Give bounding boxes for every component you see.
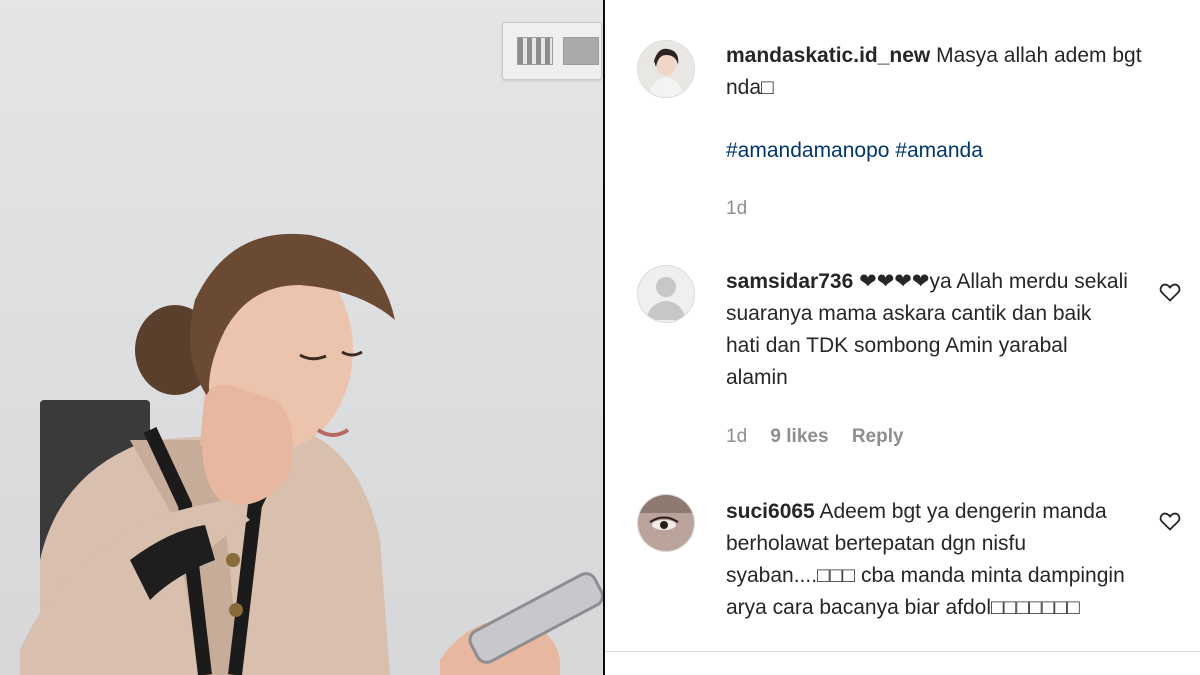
default-avatar-icon	[638, 266, 694, 322]
comment-1-meta: 1d 9 likes Reply	[726, 426, 922, 448]
caption-text: mandaskatic.id_new Masya allah adem bgt …	[726, 40, 1146, 104]
avatar-photo-icon	[638, 41, 694, 97]
caption-hashtags: #amandamanopo #amanda	[726, 139, 983, 163]
post-media[interactable]	[0, 0, 603, 675]
photo-avatar-icon	[638, 495, 694, 551]
avatar-comment-1[interactable]	[637, 265, 695, 323]
heart-outline-icon[interactable]	[1158, 509, 1182, 533]
avatar-comment-2[interactable]	[637, 494, 695, 552]
avatar-caption-author[interactable]	[637, 40, 695, 98]
hashtag-link[interactable]: #amanda	[895, 139, 983, 162]
comments-footer-divider	[605, 651, 1200, 652]
caption-time[interactable]: 1d	[726, 198, 747, 219]
comment-1-likes[interactable]: 9 likes	[770, 426, 828, 447]
heart-outline-icon[interactable]	[1158, 280, 1182, 304]
comment-2-text: suci6065 Adeem bgt ya dengerin manda ber…	[726, 496, 1131, 624]
caption-username[interactable]: mandaskatic.id_new	[726, 44, 930, 67]
comment-2-username[interactable]: suci6065	[726, 500, 815, 523]
comment-1-text: samsidar736 ❤❤❤❤ya Allah merdu sekali su…	[726, 266, 1131, 394]
caption-meta: 1d	[726, 198, 765, 220]
comments-pane[interactable]: mandaskatic.id_new Masya allah adem bgt …	[605, 0, 1200, 675]
comment-1-time[interactable]: 1d	[726, 426, 747, 447]
hashtag-link[interactable]: #amandamanopo	[726, 139, 889, 162]
comment-1-username[interactable]: samsidar736	[726, 270, 853, 293]
person-illustration	[20, 233, 603, 675]
comment-1-reply-button[interactable]: Reply	[852, 426, 904, 447]
